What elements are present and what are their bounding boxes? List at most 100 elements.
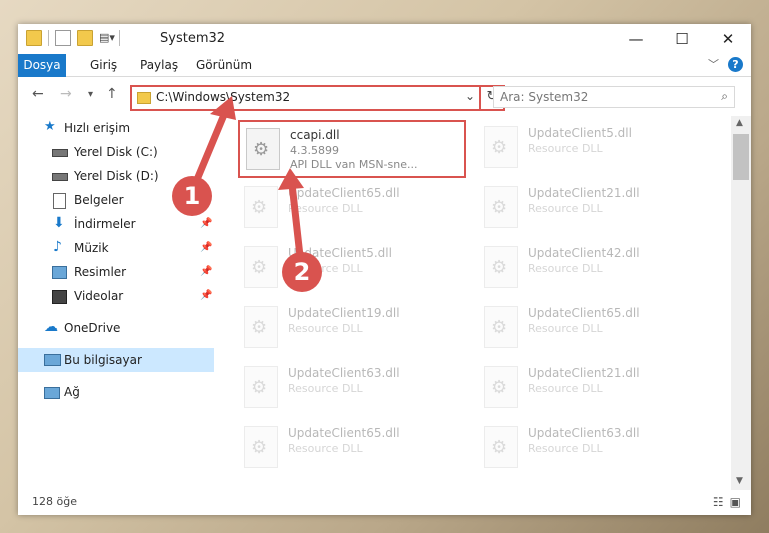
recent-locations-button[interactable]: ▾ [88,89,93,100]
file-name: UpdateClient42.dll [528,246,640,260]
sidebar-item-downloads[interactable]: ⬇ İndirmeler 📌 [18,212,214,236]
file-list: ccapi.dll 4.3.5899 API DLL van MSN-sne..… [228,116,731,490]
computer-icon [44,354,61,366]
sidebar-item-network[interactable]: Ağ [18,380,214,404]
dll-file-icon [484,366,518,408]
pin-icon[interactable]: 📌 [200,284,212,308]
sidebar-item-label: Videolar [74,289,124,303]
sidebar-item-label: Ağ [64,385,80,399]
window-title: System32 [160,31,226,46]
dll-file-icon [484,186,518,228]
file-description: Resource DLL [288,382,363,395]
address-bar[interactable]: C:\Windows\System32 ⌄ [130,85,481,111]
sidebar-item-onedrive[interactable]: ☁ OneDrive [18,316,214,340]
file-item[interactable]: UpdateClient63.dll Resource DLL [478,420,708,476]
chevron-down-icon[interactable]: ⌄ [465,89,475,103]
dll-file-icon [244,306,278,348]
sidebar-item-label: Belgeler [74,193,124,207]
file-item[interactable]: UpdateClient5.dll Resource DLL [238,240,468,296]
file-item[interactable]: UpdateClient42.dll Resource DLL [478,240,708,296]
annotation-badge-2: 2 [282,252,322,292]
file-name: UpdateClient65.dll [288,426,400,440]
sidebar-item-videos[interactable]: Videolar 📌 [18,284,214,308]
ribbon-tabs: Dosya Giriş Paylaş Görünüm ﹀ ? [18,54,751,110]
tab-share[interactable]: Paylaş [130,54,188,76]
drive-icon [52,149,68,157]
scroll-up-icon[interactable]: ▲ [736,118,743,128]
dll-file-icon [484,306,518,348]
sidebar-item-this-pc[interactable]: Bu bilgisayar [18,348,214,372]
tab-home[interactable]: Giriş [80,54,127,76]
customize-toolbar-icon[interactable]: ▤▾ [99,31,115,45]
tiles-view-icon[interactable]: ▣ [730,495,741,509]
file-description: Resource DLL [528,442,603,455]
up-button[interactable]: ↑ [106,86,118,102]
sidebar-item-pictures[interactable]: Resimler 📌 [18,260,214,284]
quick-access-toolbar: ▤▾ [26,30,120,46]
cloud-icon: ☁ [44,319,58,335]
file-item[interactable]: UpdateClient21.dll Resource DLL [478,180,708,236]
download-icon: ⬇ [53,215,65,231]
status-bar: 128 öğe ☷ ▣ [18,490,751,515]
properties-icon[interactable] [55,30,71,46]
sidebar-item-quick-access[interactable]: ★ Hızlı erişim [18,116,214,140]
file-description: Resource DLL [528,262,603,275]
file-name: UpdateClient65.dll [288,186,400,200]
maximize-button[interactable]: ☐ [659,24,705,54]
music-icon: ♪ [53,239,62,255]
pin-icon[interactable]: 📌 [200,260,212,284]
pin-icon[interactable]: 📌 [200,236,212,260]
sidebar-item-label: OneDrive [64,321,121,335]
file-description: Resource DLL [528,142,603,155]
file-description: Resource DLL [528,322,603,335]
sidebar-item-music[interactable]: ♪ Müzik 📌 [18,236,214,260]
vertical-scrollbar[interactable]: ▲ ▼ [731,116,751,490]
file-version: 4.3.5899 [290,144,339,157]
pin-icon[interactable]: 📌 [200,212,212,236]
file-description: Resource DLL [288,202,363,215]
file-item[interactable]: UpdateClient63.dll Resource DLL [238,360,468,416]
annotation-badge-1: 1 [172,176,212,216]
navigation-pane: ★ Hızlı erişim Yerel Disk (C:) Yerel Dis… [18,116,214,490]
close-button[interactable]: ✕ [705,24,751,54]
sidebar-item-label: Resimler [74,265,127,279]
file-item[interactable]: UpdateClient5.dll Resource DLL [478,120,708,176]
tab-view[interactable]: Görünüm [186,54,262,76]
dll-file-icon [484,126,518,168]
explorer-window: ▤▾ System32 — ☐ ✕ Dosya Giriş Paylaş Gör… [18,24,751,515]
scrollbar-thumb[interactable] [733,134,749,180]
pictures-icon [52,266,67,279]
file-description: Resource DLL [288,442,363,455]
file-description: Resource DLL [528,382,603,395]
file-description: Resource DLL [288,322,363,335]
forward-button[interactable]: → [60,86,72,102]
details-view-icon[interactable]: ☷ [713,495,724,509]
chevron-down-icon[interactable]: ﹀ [708,56,719,72]
sidebar-item-label: Bu bilgisayar [64,353,142,367]
scroll-down-icon[interactable]: ▼ [736,476,743,486]
sidebar-item-label: Yerel Disk (C:) [74,145,158,159]
search-icon: ⌕ [721,89,728,103]
sidebar-item-drive-c[interactable]: Yerel Disk (C:) [18,140,214,164]
navigation-bar: ← → ▾ ↑ C:\Windows\System32 ⌄ ↻ Ara: Sys… [18,77,751,113]
file-item[interactable]: UpdateClient19.dll Resource DLL [238,300,468,356]
folder-icon[interactable] [26,30,42,46]
folder-icon [137,92,151,104]
minimize-button[interactable]: — [613,24,659,54]
search-input[interactable]: Ara: System32 ⌕ [493,86,735,108]
view-switcher: ☷ ▣ [713,495,741,509]
file-item[interactable]: UpdateClient65.dll Resource DLL [238,180,468,236]
file-item[interactable]: UpdateClient21.dll Resource DLL [478,360,708,416]
file-name: ccapi.dll [290,128,340,142]
back-button[interactable]: ← [32,86,44,102]
toolbar-separator [48,30,49,46]
file-item[interactable]: UpdateClient65.dll Resource DLL [478,300,708,356]
help-icon[interactable]: ? [728,57,743,72]
star-icon: ★ [44,119,56,134]
file-item[interactable]: UpdateClient65.dll Resource DLL [238,420,468,476]
dll-file-icon [484,426,518,468]
new-folder-icon[interactable] [77,30,93,46]
item-count: 128 öğe [32,495,77,508]
file-name: UpdateClient21.dll [528,366,640,380]
file-item-ccapi[interactable]: ccapi.dll 4.3.5899 API DLL van MSN-sne..… [238,120,466,178]
